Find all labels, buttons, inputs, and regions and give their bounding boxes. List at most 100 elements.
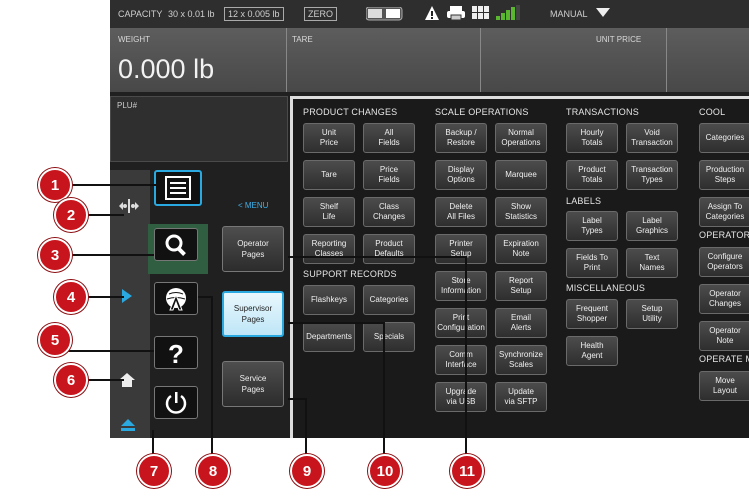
support-records-button[interactable]: Departments — [303, 322, 355, 352]
help-button[interactable]: ? — [154, 336, 198, 369]
leader-line — [84, 379, 124, 381]
power-icon — [165, 391, 187, 414]
leader-line — [198, 296, 212, 298]
operator-button[interactable]: Operator Changes — [699, 284, 749, 314]
search-icon — [165, 234, 186, 256]
list-menu-button[interactable] — [154, 170, 202, 206]
product-changes-button[interactable]: Shelf Life — [303, 197, 355, 227]
miscellaneous-heading: MISCELLANEOUS — [566, 283, 646, 293]
tare-label: TARE — [292, 35, 313, 44]
status-bar: CAPACITY 30 x 0.01 lb 12 x 0.005 lb ZERO… — [110, 0, 749, 28]
eject-icon[interactable] — [120, 418, 136, 437]
callout-3: 3 — [38, 238, 72, 272]
product-changes-heading: PRODUCT CHANGES — [303, 107, 398, 117]
mode-label: MANUAL — [550, 9, 588, 19]
product-changes-button[interactable]: Unit Price — [303, 123, 355, 153]
miscellaneous-button[interactable]: Setup Utility — [626, 299, 678, 329]
scroll-handle[interactable] — [116, 186, 142, 226]
grid-icon — [472, 6, 490, 22]
scale-operations-button[interactable]: Normal Operations — [495, 123, 547, 153]
expand-arrow-icon[interactable] — [122, 289, 132, 308]
scale-operations-button[interactable]: Marquee — [495, 160, 547, 190]
scale-operations-button[interactable]: Delete All Files — [435, 197, 487, 227]
unit-price-label: UNIT PRICE — [596, 35, 642, 44]
signal-strength-icon — [496, 5, 522, 23]
cool-button[interactable]: Categories — [699, 123, 749, 153]
leader-line — [305, 398, 307, 458]
product-changes-button[interactable]: Price Fields — [363, 160, 415, 190]
labels-button[interactable]: Label Graphics — [626, 211, 678, 241]
leader-line — [383, 322, 385, 458]
product-changes-button[interactable]: Reporting Classes — [303, 234, 355, 264]
leader-line — [288, 398, 306, 400]
search-button[interactable] — [154, 228, 198, 261]
scale-operations-button[interactable]: Print Configuration — [435, 308, 487, 338]
miscellaneous-button[interactable]: Health Agent — [566, 336, 618, 366]
language-button[interactable] — [154, 282, 198, 315]
callout-2: 2 — [54, 198, 88, 232]
product-changes-button[interactable]: Product Defaults — [363, 234, 415, 264]
cool-button[interactable]: Production Steps — [699, 160, 749, 190]
scale-operations-button[interactable]: Synchronize Scales — [495, 345, 547, 375]
plu-label: PLU# — [117, 101, 138, 110]
printer-icon — [446, 5, 466, 23]
leader-line — [288, 322, 384, 324]
support-records-button[interactable]: Categories — [363, 285, 415, 315]
callout-9: 9 — [290, 454, 324, 488]
leader-line — [84, 214, 124, 216]
product-changes-button[interactable]: Class Changes — [363, 197, 415, 227]
scale-operations-button[interactable]: Backup / Restore — [435, 123, 487, 153]
scale-operations-button[interactable]: Show Statistics — [495, 197, 547, 227]
transactions-button[interactable]: Product Totals — [566, 160, 618, 190]
labels-button[interactable]: Fields To Print — [566, 248, 618, 278]
service-pages-button[interactable]: Service Pages — [222, 361, 284, 407]
plu-field[interactable]: PLU# — [110, 96, 288, 162]
menu-link[interactable]: < MENU — [238, 201, 268, 210]
transactions-heading: TRANSACTIONS — [566, 107, 639, 117]
callout-5: 5 — [38, 323, 72, 357]
operate-button[interactable]: Move Layout — [699, 371, 749, 401]
menu-panel: PRODUCT CHANGES SUPPORT RECORDS SCALE OP… — [290, 96, 749, 438]
product-changes-button[interactable]: All Fields — [363, 123, 415, 153]
mode-dropdown-icon[interactable] — [596, 8, 610, 20]
scale-operations-heading: SCALE OPERATIONS — [435, 107, 529, 117]
scale-operations-button[interactable]: Store Information — [435, 271, 487, 301]
toggle-icon[interactable] — [365, 6, 404, 23]
power-button[interactable] — [154, 386, 198, 419]
scale-operations-button[interactable]: Comm Interface — [435, 345, 487, 375]
labels-button[interactable]: Label Types — [566, 211, 618, 241]
product-changes-button[interactable]: Tare — [303, 160, 355, 190]
miscellaneous-button[interactable]: Frequent Shopper — [566, 299, 618, 329]
cool-button[interactable]: Assign To Categories — [699, 197, 749, 227]
divider — [666, 28, 667, 92]
divider — [286, 28, 287, 92]
scale-operations-button[interactable]: Expiration Note — [495, 234, 547, 264]
transactions-button[interactable]: Void Transaction — [626, 123, 678, 153]
support-records-button[interactable]: Specials — [363, 322, 415, 352]
question-icon: ? — [168, 340, 184, 366]
labels-button[interactable]: Text Names — [626, 248, 678, 278]
supervisor-pages-button[interactable]: Supervisor Pages — [222, 291, 284, 337]
transactions-button[interactable]: Transaction Types — [626, 160, 678, 190]
callout-8: 8 — [196, 454, 230, 488]
scale-operations-button[interactable]: Display Options — [435, 160, 487, 190]
scale-operations-button[interactable]: Printer Setup — [435, 234, 487, 264]
operator-pages-button[interactable]: Operator Pages — [222, 226, 284, 272]
home-icon[interactable] — [118, 372, 136, 393]
scale-operations-button[interactable]: Email Alerts — [495, 308, 547, 338]
leader-line — [68, 254, 154, 256]
scale-operations-button[interactable]: Update via SFTP — [495, 382, 547, 412]
callout-10: 10 — [368, 454, 402, 488]
leader-line — [211, 296, 213, 456]
leader-line — [68, 350, 154, 352]
support-records-heading: SUPPORT RECORDS — [303, 269, 397, 279]
operator-button[interactable]: Configure Operators — [699, 247, 749, 277]
operator-button[interactable]: Operator Note — [699, 321, 749, 351]
leader-line — [84, 296, 124, 298]
transactions-button[interactable]: Hourly Totals — [566, 123, 618, 153]
support-records-button[interactable]: Flashkeys — [303, 285, 355, 315]
scale-operations-button[interactable]: Upgrade via USB — [435, 382, 487, 412]
callout-1: 1 — [38, 168, 72, 202]
scale-operations-button[interactable]: Report Setup — [495, 271, 547, 301]
scale-screen: CAPACITY 30 x 0.01 lb 12 x 0.005 lb ZERO… — [110, 0, 749, 438]
